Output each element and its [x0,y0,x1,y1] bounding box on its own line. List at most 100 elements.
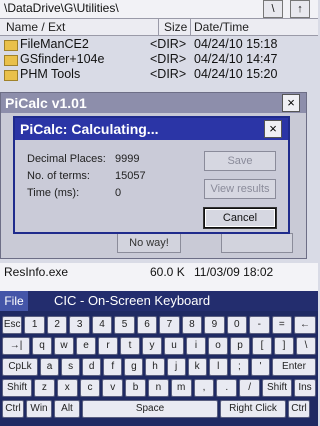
keyboard-titlebar: File CIC - On-Screen Keyboard [0,291,318,311]
on-screen-keyboard: File CIC - On-Screen Keyboard Esc 1 2 3 4 5 6 7… [0,291,318,426]
key-row3-10[interactable]: ; [229,358,249,376]
folder-icon [4,70,18,81]
key-row2-5[interactable]: t [120,337,140,355]
key-row3-9[interactable]: l [208,358,228,376]
key-row3-4[interactable]: f [103,358,123,376]
key-row4-3[interactable]: c [79,379,101,397]
key-row4-7[interactable]: m [170,379,192,397]
key-row3-6[interactable]: h [145,358,165,376]
key-row3-12[interactable]: Enter [272,358,316,376]
key-row4-11[interactable]: Shift [262,379,292,397]
dialog-close-button[interactable]: × [264,120,282,138]
file-list-header: Name / Ext Size Date/Time [0,19,318,36]
terms-label: No. of terms: [27,170,90,182]
key-row1-6[interactable]: 6 [136,316,158,334]
picalc-close-button[interactable]: × [282,94,300,112]
key-row1-7[interactable]: 7 [159,316,180,334]
key-row2-12[interactable]: ] [274,337,294,355]
file-size: 60.0 K [150,265,185,279]
key-row1-0[interactable]: Esc [2,316,23,334]
key-row1-3[interactable]: 3 [69,316,90,334]
key-row3-1[interactable]: a [40,358,60,376]
key-row2-7[interactable]: u [164,337,184,355]
list-item[interactable]: PHM Tools <DIR> 04/24/10 15:20 [0,67,318,82]
path-up-button[interactable]: ↑ [290,0,310,18]
dialog-titlebar: PiCalc: Calculating... × [15,118,288,140]
path-bar[interactable]: \DataDrive\G\Utilities\ \ ↑ [0,0,318,19]
header-name[interactable]: Name / Ext [6,20,65,34]
key-row1-2[interactable]: 2 [46,316,68,334]
key-row3-0[interactable]: CpLk [2,358,38,376]
view-results-button[interactable]: View results [204,179,276,199]
key-row4-12[interactable]: Ins [294,379,316,397]
key-row2-1[interactable]: q [32,337,52,355]
list-item[interactable]: FileManCE2 <DIR> 04/24/10 15:18 [0,37,318,52]
key-row1-5[interactable]: 5 [114,316,135,334]
key-row3-8[interactable]: k [187,358,207,376]
decimal-places-label: Decimal Places: [27,153,106,165]
key-row5-4[interactable]: Right Click [220,400,286,418]
keyboard-file-menu[interactable]: File [0,291,28,311]
key-row1-8[interactable]: 8 [181,316,203,334]
picalc-titlebar: PiCalc v1.01 × [1,93,306,113]
key-row5-2[interactable]: Alt [54,400,80,418]
key-row3-3[interactable]: d [82,358,102,376]
key-row2-0[interactable]: →| [2,337,30,355]
header-datetime[interactable]: Date/Time [194,20,249,34]
key-row1-1[interactable]: 1 [24,316,45,334]
key-row5-3[interactable]: Space [82,400,218,418]
key-row3-11[interactable]: ' [250,358,270,376]
key-row2-9[interactable]: o [208,337,228,355]
dialog-title: PiCalc: Calculating... [20,121,159,137]
key-row2-6[interactable]: y [142,337,162,355]
key-row1-9[interactable]: 9 [204,316,225,334]
list-item[interactable]: GSfinder+104e <DIR> 04/24/10 14:47 [0,52,318,67]
file-name: ResInfo.exe [4,265,69,279]
key-row1-10[interactable]: 0 [226,316,248,334]
key-row2-8[interactable]: i [186,337,206,355]
keyboard-title: CIC - On-Screen Keyboard [54,293,211,308]
calculating-dialog: PiCalc: Calculating... × Decimal Places:… [13,116,290,234]
time-value: 0 [115,187,122,199]
file-date: 11/03/09 18:02 [194,265,274,279]
time-label: Time (ms): [27,187,80,199]
key-row4-9[interactable]: . [216,379,238,397]
key-row4-6[interactable]: n [148,379,169,397]
key-row2-2[interactable]: w [54,337,74,355]
key-row5-0[interactable]: Ctrl [2,400,24,418]
key-row1-4[interactable]: 4 [91,316,113,334]
key-row2-10[interactable]: p [230,337,250,355]
key-row4-8[interactable]: , [193,379,215,397]
key-row1-12[interactable]: = [271,316,292,334]
header-size[interactable]: Size [164,20,187,34]
picalc-title: PiCalc v1.01 [5,95,87,111]
save-button[interactable]: Save [204,151,276,171]
key-row3-7[interactable]: j [166,358,186,376]
key-row3-2[interactable]: s [61,358,81,376]
key-row5-5[interactable]: Ctrl [288,400,310,418]
decimal-places-value: 9999 [115,153,140,165]
key-row4-4[interactable]: v [102,379,124,397]
path-text: \DataDrive\G\Utilities\ [4,1,119,15]
key-row4-0[interactable]: Shift [2,379,32,397]
folder-icon [4,55,18,66]
key-row2-11[interactable]: [ [252,337,272,355]
no-way-button[interactable]: No way! [117,233,181,253]
path-root-button[interactable]: \ [263,0,283,18]
key-row4-2[interactable]: x [56,379,78,397]
key-row3-5[interactable]: g [124,358,144,376]
file-list-lower[interactable]: ResInfo.exe 60.0 K 11/03/09 18:02 [0,263,318,291]
key-row2-13[interactable]: \ [296,337,316,355]
cancel-button[interactable]: Cancel [204,208,276,228]
folder-icon [4,40,18,51]
key-row1-11[interactable]: - [249,316,270,334]
terms-value: 15057 [115,170,146,182]
key-row4-10[interactable]: / [239,379,260,397]
key-row4-5[interactable]: b [125,379,146,397]
key-row4-1[interactable]: z [34,379,55,397]
key-row5-1[interactable]: Win [26,400,52,418]
key-row2-4[interactable]: r [98,337,118,355]
key-row1-13[interactable]: ← [294,316,316,334]
picalc-second-button[interactable] [221,233,293,253]
key-row2-3[interactable]: e [76,337,96,355]
